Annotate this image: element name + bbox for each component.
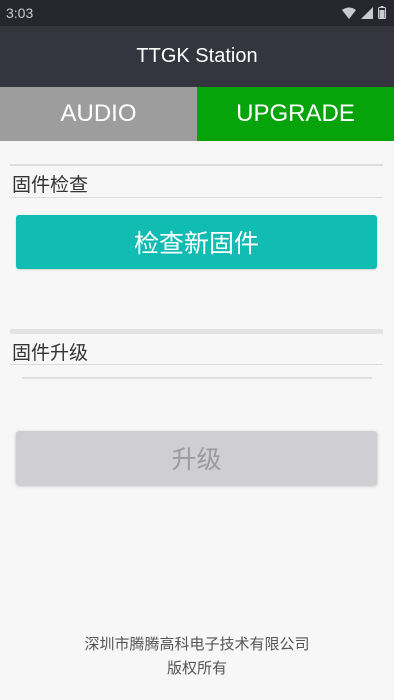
signal-icon [361,6,373,22]
app-bar: TTGK Station [0,26,394,87]
divider [10,197,383,198]
divider [10,164,383,166]
footer-company: 深圳市腾腾高科电子技术有限公司 [84,635,310,653]
wifi-icon [342,6,356,22]
check-firmware-button[interactable]: 检查新固件 [16,215,377,269]
firmware-upgrade-label: 固件升级 [12,342,89,364]
upgrade-progress-bar [22,377,372,379]
tab-upgrade[interactable]: UPGRADE [197,87,394,141]
footer-rights: 版权所有 [166,659,227,677]
status-icons [342,6,386,22]
divider [10,364,383,365]
app-title: TTGK Station [136,45,258,67]
tab-audio[interactable]: AUDIO [0,87,197,141]
tab-bar: AUDIO UPGRADE [0,87,394,141]
upgrade-button[interactable]: 升级 [16,431,377,485]
firmware-check-label: 固件检查 [12,174,89,196]
status-time: 3:03 [6,5,34,21]
divider [10,329,383,334]
battery-icon [378,6,386,22]
status-bar: 3:03 [0,0,394,26]
